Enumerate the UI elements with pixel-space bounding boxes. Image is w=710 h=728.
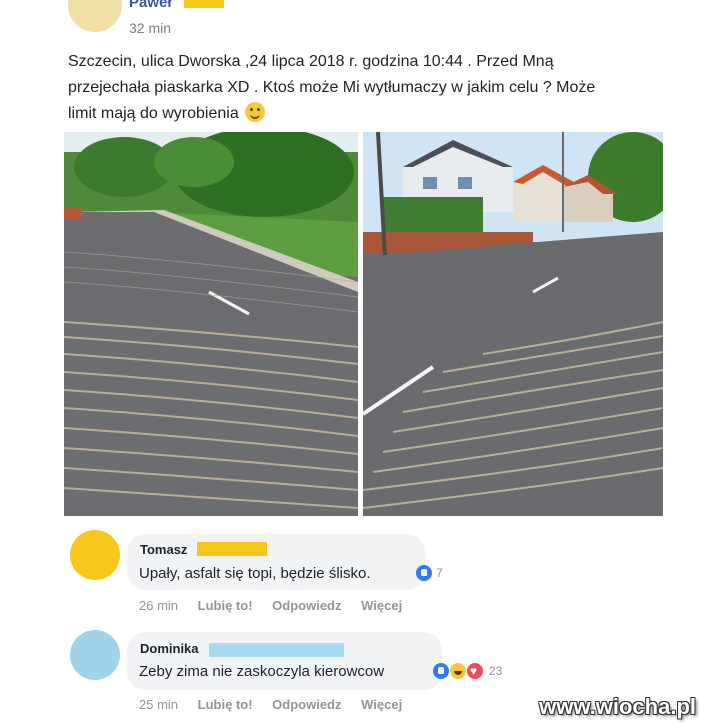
post-text-line-content: limit mają do wyrobienia bbox=[68, 105, 239, 122]
comment-author-name[interactable]: Tomasz bbox=[140, 542, 187, 557]
post-text-line: przejechała piaskarka XD . Ktoś może Mi … bbox=[68, 79, 596, 96]
site-watermark: www.wiocha.pl bbox=[539, 694, 696, 719]
post-photo-left[interactable] bbox=[64, 132, 358, 516]
post-text: Szczecin, ulica Dworska ,24 lipca 2018 r… bbox=[68, 49, 668, 127]
post-text-line: Szczecin, ulica Dworska ,24 lipca 2018 r… bbox=[68, 53, 554, 70]
comment-actions: 25 min Lubię to! Odpowiedz Więcej bbox=[139, 697, 418, 712]
comment-timestamp[interactable]: 25 min bbox=[139, 697, 178, 712]
comment-author-redaction bbox=[197, 542, 267, 556]
smile-emoji-icon bbox=[245, 102, 266, 122]
reply-link[interactable]: Odpowiedz bbox=[272, 697, 341, 712]
like-link[interactable]: Lubię to! bbox=[198, 598, 253, 613]
reaction-count[interactable]: 7 bbox=[436, 566, 443, 580]
more-link[interactable]: Więcej bbox=[361, 697, 402, 712]
post-photo-right[interactable] bbox=[363, 132, 663, 516]
post-text-line: limit mają do wyrobienia bbox=[68, 101, 668, 127]
more-link[interactable]: Więcej bbox=[361, 598, 402, 613]
comment-avatar[interactable] bbox=[70, 630, 120, 680]
haha-reaction-icon[interactable] bbox=[450, 663, 466, 679]
post-timestamp[interactable]: 32 min bbox=[129, 20, 171, 36]
reaction-count[interactable]: 23 bbox=[489, 664, 502, 678]
comment-actions: 26 min Lubię to! Odpowiedz Więcej bbox=[139, 598, 418, 613]
comment-text: Upały, asfalt się topi, będzie ślisko. bbox=[139, 565, 371, 582]
like-reaction-icon[interactable] bbox=[416, 565, 432, 581]
comment-text: Zeby zima nie zaskoczyla kierowcow bbox=[139, 663, 385, 680]
post-author-name[interactable]: Paweł bbox=[129, 0, 172, 11]
author-avatar[interactable] bbox=[68, 0, 122, 32]
comment-author-name[interactable]: Dominika bbox=[140, 641, 199, 656]
like-reaction-icon[interactable] bbox=[433, 663, 449, 679]
reply-link[interactable]: Odpowiedz bbox=[272, 598, 341, 613]
comment-author-redaction bbox=[209, 643, 344, 657]
comment-avatar[interactable] bbox=[70, 530, 120, 580]
love-reaction-icon[interactable] bbox=[467, 663, 483, 679]
author-name-redaction bbox=[184, 0, 224, 8]
comment-timestamp[interactable]: 26 min bbox=[139, 598, 178, 613]
like-link[interactable]: Lubię to! bbox=[198, 697, 253, 712]
